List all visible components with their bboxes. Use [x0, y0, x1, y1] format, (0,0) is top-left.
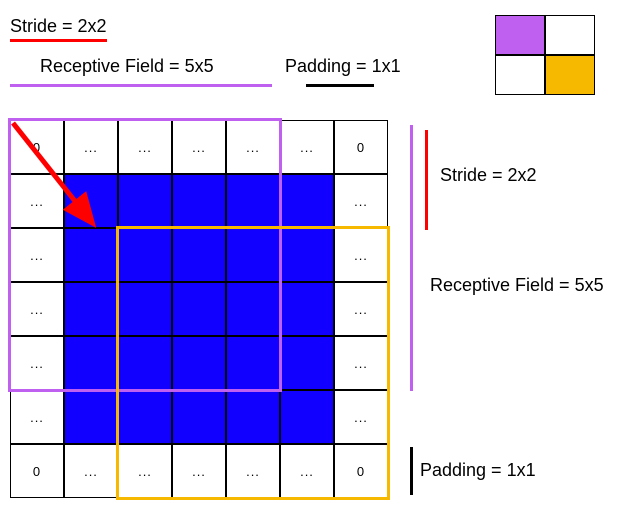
input-cell	[64, 390, 118, 444]
stride-label-side-text: Stride = 2x2	[440, 165, 537, 185]
stride-label-side: Stride = 2x2	[440, 165, 537, 186]
pad-value: ...	[30, 410, 44, 425]
pad-underline-top	[306, 84, 374, 87]
pad-corner-cell: 0	[334, 120, 388, 174]
rf-underline-top	[10, 84, 272, 87]
pad-cell: ...	[10, 390, 64, 444]
pad-label-top-text: Padding = 1x1	[285, 56, 401, 76]
pad-bar-side	[410, 447, 413, 495]
rf-label-top-text: Receptive Field = 5x5	[40, 56, 214, 76]
input-cell	[280, 174, 334, 228]
stride-label-top: Stride = 2x2	[10, 16, 107, 42]
output-cell	[495, 55, 545, 95]
stride-label-top-text: Stride = 2x2	[10, 16, 107, 36]
output-mini-grid	[495, 15, 595, 95]
stride-bar-side	[425, 130, 428, 230]
pad-label-side: Padding = 1x1	[420, 460, 536, 481]
pad-label-side-text: Padding = 1x1	[420, 460, 536, 480]
pad-corner-value: 0	[357, 140, 365, 155]
rf-label-side-text: Receptive Field = 5x5	[430, 275, 604, 295]
output-cell	[545, 15, 595, 55]
pad-corner-value: 0	[33, 464, 41, 479]
output-cell	[545, 55, 595, 95]
rf-label-side: Receptive Field = 5x5	[430, 275, 604, 296]
pad-value: ...	[354, 194, 368, 209]
pad-value: ...	[84, 464, 98, 479]
pad-cell: ...	[334, 174, 388, 228]
pad-corner-cell: 0	[10, 444, 64, 498]
pad-value: ...	[300, 140, 314, 155]
padding-label-top: Padding = 1x1	[285, 56, 401, 77]
output-cell	[495, 15, 545, 55]
receptive-field-orange	[116, 226, 390, 500]
rf-bar-side	[410, 125, 413, 391]
pad-cell: ...	[64, 444, 118, 498]
pad-cell: ...	[280, 120, 334, 174]
stride-arrow	[10, 120, 150, 260]
receptive-field-label-top: Receptive Field = 5x5	[40, 56, 214, 77]
